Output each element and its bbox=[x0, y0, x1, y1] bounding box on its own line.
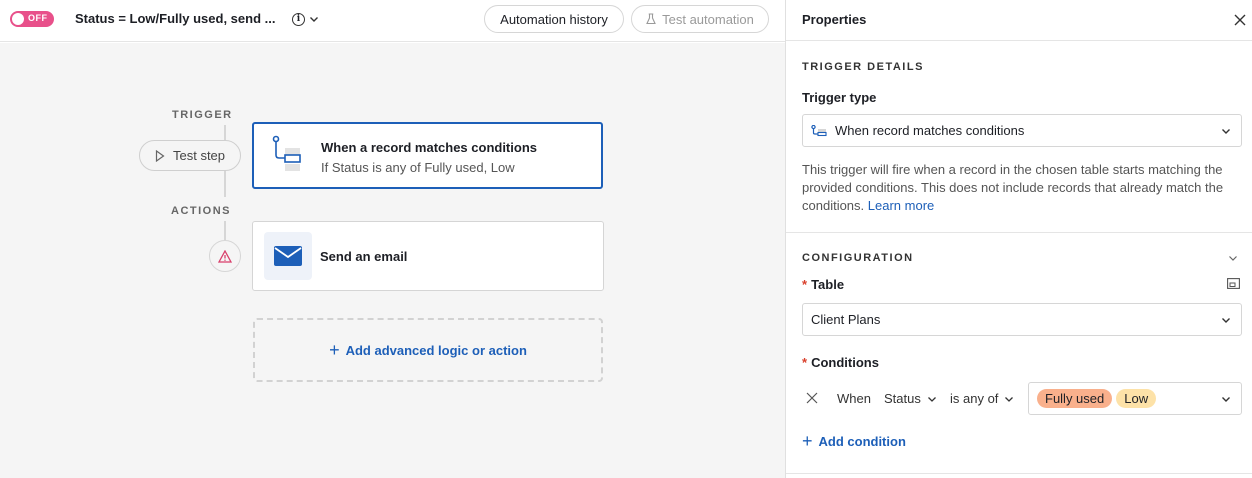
panel-title: Properties bbox=[802, 12, 867, 27]
automation-toggle[interactable]: OFF bbox=[10, 11, 54, 27]
test-step-button[interactable]: Test step bbox=[139, 140, 241, 171]
pill-fully-used[interactable]: Fully used bbox=[1037, 389, 1113, 408]
required-asterisk: * bbox=[802, 355, 808, 370]
chevron-down-icon bbox=[927, 396, 936, 402]
actions-section-label: ACTIONS bbox=[171, 205, 231, 217]
chevron-down-icon bbox=[1222, 397, 1230, 402]
chevron-down-icon bbox=[1222, 318, 1230, 323]
connector-line bbox=[224, 125, 226, 140]
info-icon: i bbox=[292, 12, 305, 26]
trigger-card[interactable]: When a record matches conditions If Stat… bbox=[252, 122, 603, 189]
condition-operator-dropdown[interactable]: is any of bbox=[950, 391, 1014, 406]
add-condition-label: Add condition bbox=[818, 434, 906, 449]
table-label: * Table bbox=[802, 277, 844, 292]
test-step-label: Test step bbox=[172, 148, 226, 163]
learn-more-link[interactable]: Learn more bbox=[868, 198, 934, 213]
toggle-knob bbox=[12, 13, 24, 25]
test-automation-button[interactable]: Test automation bbox=[631, 5, 769, 33]
trigger-card-subtitle: If Status is any of Fully used, Low bbox=[321, 160, 515, 175]
trigger-type-label: Trigger type bbox=[802, 90, 877, 105]
pill-low[interactable]: Low bbox=[1116, 389, 1157, 408]
chevron-down-icon bbox=[1222, 129, 1230, 134]
condition-values-select[interactable]: Fully used Low bbox=[1028, 382, 1242, 415]
email-icon-box bbox=[264, 232, 312, 280]
trigger-type-select[interactable]: When record matches conditions bbox=[802, 114, 1242, 147]
add-logic-label: Add advanced logic or action bbox=[345, 342, 527, 358]
trigger-conditions-icon bbox=[272, 135, 301, 171]
info-dropdown[interactable]: i bbox=[292, 10, 324, 28]
table-select-value: Client Plans bbox=[811, 312, 881, 327]
section-divider bbox=[786, 473, 1252, 474]
warning-indicator[interactable] bbox=[209, 240, 241, 272]
warning-icon bbox=[218, 249, 232, 263]
properties-panel: Properties TRIGGER DETAILS Trigger type … bbox=[785, 0, 1252, 478]
close-icon[interactable] bbox=[1232, 12, 1248, 28]
flask-icon bbox=[646, 13, 656, 25]
connector-line bbox=[224, 171, 226, 197]
add-advanced-logic-button[interactable]: + Add advanced logic or action bbox=[253, 318, 603, 382]
add-condition-button[interactable]: + Add condition bbox=[802, 431, 906, 452]
trigger-card-title: When a record matches conditions bbox=[321, 140, 537, 155]
remove-condition-icon[interactable] bbox=[806, 392, 818, 404]
condition-operator-value: is any of bbox=[950, 391, 999, 406]
configuration-heading: CONFIGURATION bbox=[802, 252, 914, 264]
play-icon bbox=[155, 149, 165, 162]
trigger-section-label: TRIGGER bbox=[172, 109, 233, 121]
trigger-type-icon bbox=[811, 124, 827, 136]
condition-field-value: Status bbox=[884, 391, 921, 406]
trigger-description-text: This trigger will fire when a record in … bbox=[802, 162, 1224, 213]
trigger-type-value: When record matches conditions bbox=[835, 123, 1025, 138]
table-label-text: Table bbox=[811, 277, 845, 292]
expand-view-icon[interactable] bbox=[1227, 278, 1240, 289]
condition-when-label: When bbox=[837, 391, 871, 406]
conditions-label-text: Conditions bbox=[811, 355, 879, 370]
section-divider bbox=[786, 232, 1252, 233]
top-bar: OFF Status = Low/Fully used, send ... i … bbox=[0, 0, 785, 42]
required-asterisk: * bbox=[802, 277, 808, 292]
trigger-details-heading: TRIGGER DETAILS bbox=[802, 61, 924, 73]
automation-title[interactable]: Status = Low/Fully used, send ... bbox=[75, 11, 275, 26]
chevron-down-icon bbox=[310, 17, 318, 22]
collapse-chevron-icon[interactable] bbox=[1228, 253, 1238, 263]
envelope-icon bbox=[274, 246, 302, 266]
condition-row: When Status is any of Fully used Low bbox=[802, 382, 1242, 415]
table-select[interactable]: Client Plans bbox=[802, 303, 1242, 336]
test-automation-label: Test automation bbox=[662, 11, 754, 27]
chevron-down-icon bbox=[1005, 396, 1014, 402]
connector-line bbox=[224, 221, 226, 240]
automation-canvas: TRIGGER ACTIONS Test step When a record … bbox=[0, 43, 785, 478]
toggle-label: OFF bbox=[28, 13, 48, 23]
automation-history-button[interactable]: Automation history bbox=[484, 5, 624, 33]
conditions-label: * Conditions bbox=[802, 355, 879, 370]
send-email-card[interactable]: Send an email bbox=[252, 221, 604, 291]
trigger-description: This trigger will fire when a record in … bbox=[802, 161, 1232, 215]
condition-field-dropdown[interactable]: Status bbox=[884, 391, 937, 406]
panel-header: Properties bbox=[786, 0, 1252, 41]
plus-icon: + bbox=[802, 431, 813, 451]
send-email-title: Send an email bbox=[320, 249, 408, 264]
plus-icon: + bbox=[329, 339, 340, 360]
